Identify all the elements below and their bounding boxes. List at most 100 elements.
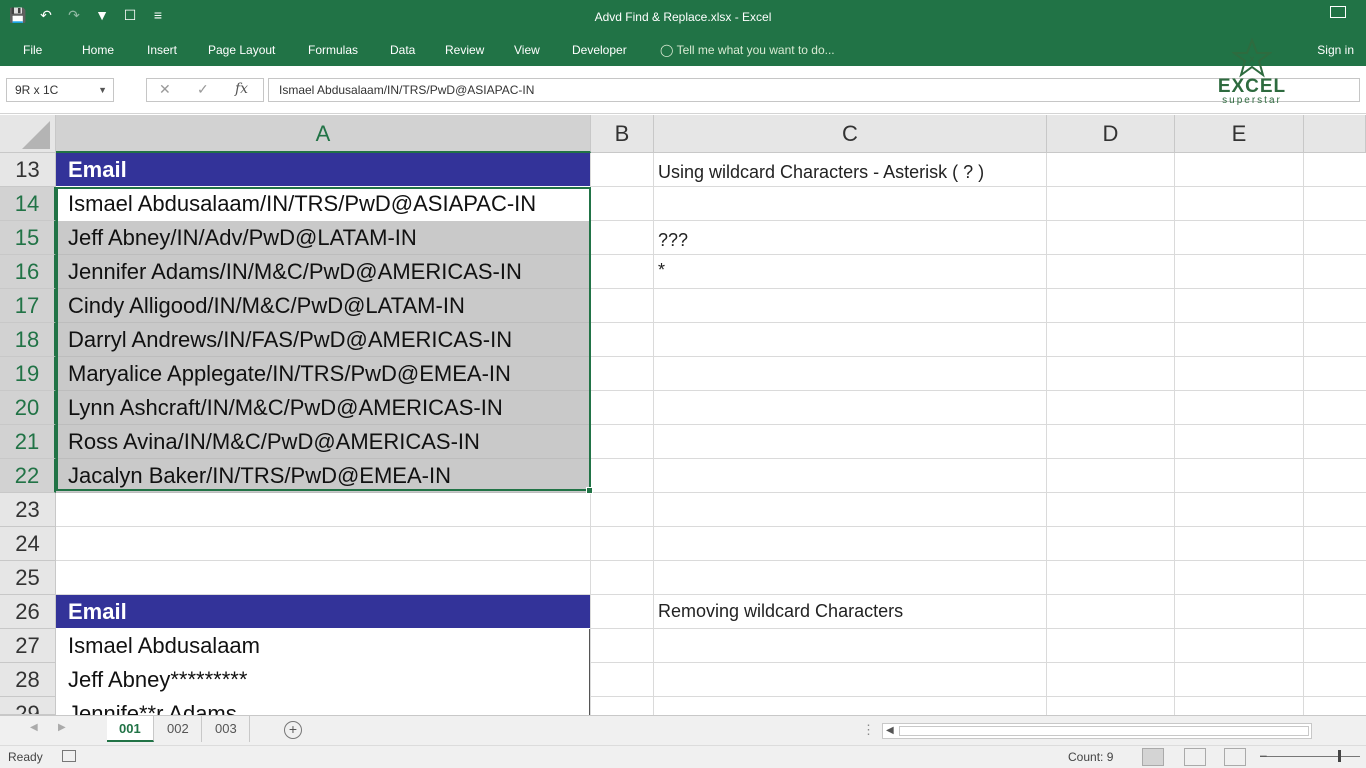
next-sheet-icon[interactable]: ▶ — [58, 722, 66, 733]
prev-sheet-icon[interactable]: ◀ — [30, 722, 38, 733]
formula-bar: 9R x 1C ▼ ✕ ✓ fx Ismael Abdusalaam/IN/TR… — [0, 66, 1366, 114]
column-header-d[interactable]: D — [1047, 115, 1175, 153]
svg-text:x: x — [1249, 54, 1255, 65]
scrollbar-thumb[interactable] — [899, 726, 1309, 736]
column-header-a[interactable]: A — [56, 115, 591, 153]
cell-a13-header[interactable]: Email — [56, 153, 590, 187]
column-header-f[interactable] — [1304, 115, 1366, 153]
tab-insert[interactable]: Insert — [147, 39, 177, 61]
cell-a28[interactable]: Jeff Abney********* — [56, 663, 590, 697]
cell-a20[interactable]: Lynn Ashcraft/IN/M&C/PwD@AMERICAS-IN — [56, 391, 590, 425]
tab-review[interactable]: Review — [445, 39, 484, 61]
sheet-tab-002[interactable]: 002 — [155, 716, 202, 742]
cell-a29[interactable]: Jennife**r Adams — [56, 697, 590, 715]
tell-me-text: Tell me what you want to do... — [676, 43, 835, 57]
row-header[interactable]: 14 — [0, 187, 56, 221]
sheet-tab-001[interactable]: 001 — [107, 716, 154, 742]
zoom-slider-knob[interactable] — [1338, 750, 1341, 762]
cell-a15[interactable]: Jeff Abney/IN/Adv/PwD@LATAM-IN — [56, 221, 590, 255]
page-break-view-icon[interactable] — [1224, 748, 1246, 766]
cell-c16[interactable]: * — [654, 253, 1046, 287]
cell-a16[interactable]: Jennifer Adams/IN/M&C/PwD@AMERICAS-IN — [56, 255, 590, 289]
column-header-c[interactable]: C — [654, 115, 1047, 153]
column-header-e[interactable]: E — [1175, 115, 1304, 153]
tab-data[interactable]: Data — [390, 39, 415, 61]
tab-page-layout[interactable]: Page Layout — [208, 39, 275, 61]
insert-function-icon[interactable]: fx — [235, 81, 248, 97]
excel-window: 💾 ↶ ↷ ▼ ☐ ≡ Advd Find & Replace.xlsx - E… — [0, 0, 1366, 768]
select-all-icon — [22, 121, 50, 149]
tab-file[interactable]: File — [23, 39, 42, 61]
page-layout-view-icon[interactable] — [1184, 748, 1206, 766]
row-header[interactable]: 13 — [0, 153, 56, 187]
star-icon: x — [1232, 38, 1272, 78]
tab-developer[interactable]: Developer — [572, 39, 627, 61]
cell-a17[interactable]: Cindy Alligood/IN/M&C/PwD@LATAM-IN — [56, 289, 590, 323]
sheet-tabs-bar: ◀ ▶ 001 002 003 + ⋮ ◀ — [0, 715, 1366, 745]
row-header[interactable]: 29 — [0, 697, 56, 715]
gridline — [1303, 153, 1304, 715]
normal-view-icon[interactable] — [1142, 748, 1164, 766]
horizontal-scrollbar[interactable]: ◀ — [882, 723, 1312, 739]
ribbon-tabs: File Home Insert Page Layout Formulas Da… — [0, 34, 1366, 66]
row-header[interactable]: 15 — [0, 221, 56, 255]
row-header[interactable]: 22 — [0, 459, 56, 493]
logo-line2: superstar — [1222, 95, 1282, 106]
cell-a18[interactable]: Darryl Andrews/IN/FAS/PwD@AMERICAS-IN — [56, 323, 590, 357]
status-count: Count: 9 — [1068, 750, 1114, 764]
cell-c15[interactable]: ??? — [654, 223, 1046, 257]
fill-handle[interactable] — [586, 487, 593, 494]
sheet-tab-003[interactable]: 003 — [203, 716, 250, 742]
tab-formulas[interactable]: Formulas — [308, 39, 358, 61]
row-header[interactable]: 16 — [0, 255, 56, 289]
row-header[interactable]: 28 — [0, 663, 56, 697]
tab-splitter-icon[interactable]: ⋮ — [862, 722, 875, 738]
worksheet-grid[interactable]: Email Jeff Abney/IN/Adv/PwD@LATAM-IN Jen… — [56, 153, 1366, 715]
tell-me-box[interactable]: ◯ Tell me what you want to do... — [660, 39, 835, 61]
row-header[interactable]: 19 — [0, 357, 56, 391]
select-all-corner[interactable] — [0, 115, 56, 153]
sign-in-link[interactable]: Sign in — [1317, 39, 1354, 61]
cell-c26[interactable]: Removing wildcard Characters — [654, 594, 1046, 628]
tab-view[interactable]: View — [514, 39, 540, 61]
cell-a27[interactable]: Ismael Abdusalaam — [56, 629, 590, 663]
gridline — [56, 560, 1366, 561]
row-header[interactable]: 24 — [0, 527, 56, 561]
row-header[interactable]: 27 — [0, 629, 56, 663]
row-header[interactable]: 25 — [0, 561, 56, 595]
gridline — [1174, 153, 1175, 715]
cell-a21[interactable]: Ross Avina/IN/M&C/PwD@AMERICAS-IN — [56, 425, 590, 459]
name-box-value: 9R x 1C — [15, 83, 59, 97]
cancel-icon[interactable]: ✕ — [159, 81, 171, 98]
excel-superstar-logo: x EXCEL superstar — [1212, 38, 1292, 118]
row-header[interactable]: 18 — [0, 323, 56, 357]
tab-home[interactable]: Home — [82, 39, 114, 61]
cell-a22[interactable]: Jacalyn Baker/IN/TRS/PwD@EMEA-IN — [56, 459, 590, 493]
scroll-left-icon[interactable]: ◀ — [886, 725, 894, 736]
cell-a19[interactable]: Maryalice Applegate/IN/TRS/PwD@EMEA-IN — [56, 357, 590, 391]
macro-record-icon[interactable] — [62, 750, 76, 762]
zoom-out-icon[interactable]: – — [1260, 748, 1267, 762]
enter-icon[interactable]: ✓ — [197, 81, 209, 98]
add-sheet-icon[interactable]: + — [284, 721, 302, 739]
formula-buttons: ✕ ✓ fx — [146, 78, 264, 102]
lightbulb-icon: ◯ — [660, 43, 674, 57]
window-title: Advd Find & Replace.xlsx - Excel — [594, 10, 772, 24]
formula-input[interactable]: Ismael Abdusalaam/IN/TRS/PwD@ASIAPAC-IN — [268, 78, 1360, 102]
ribbon-display-options-icon[interactable] — [1330, 6, 1346, 18]
row-header[interactable]: 26 — [0, 595, 56, 629]
title-bar: 💾 ↶ ↷ ▼ ☐ ≡ Advd Find & Replace.xlsx - E… — [0, 0, 1366, 34]
row-header[interactable]: 23 — [0, 493, 56, 527]
name-box[interactable]: 9R x 1C ▼ — [6, 78, 114, 102]
cell-a26-header[interactable]: Email — [56, 595, 590, 629]
column-header-b[interactable]: B — [591, 115, 654, 153]
gridline — [56, 526, 1366, 527]
cell-c13[interactable]: Using wildcard Characters - Asterisk ( ?… — [654, 155, 1046, 189]
row-header[interactable]: 20 — [0, 391, 56, 425]
zoom-slider[interactable]: – — [1260, 748, 1360, 762]
row-header[interactable]: 21 — [0, 425, 56, 459]
chevron-down-icon[interactable]: ▼ — [98, 79, 107, 101]
status-ready: Ready — [8, 750, 43, 764]
row-header[interactable]: 17 — [0, 289, 56, 323]
status-bar: Ready Count: 9 – — [0, 745, 1366, 768]
